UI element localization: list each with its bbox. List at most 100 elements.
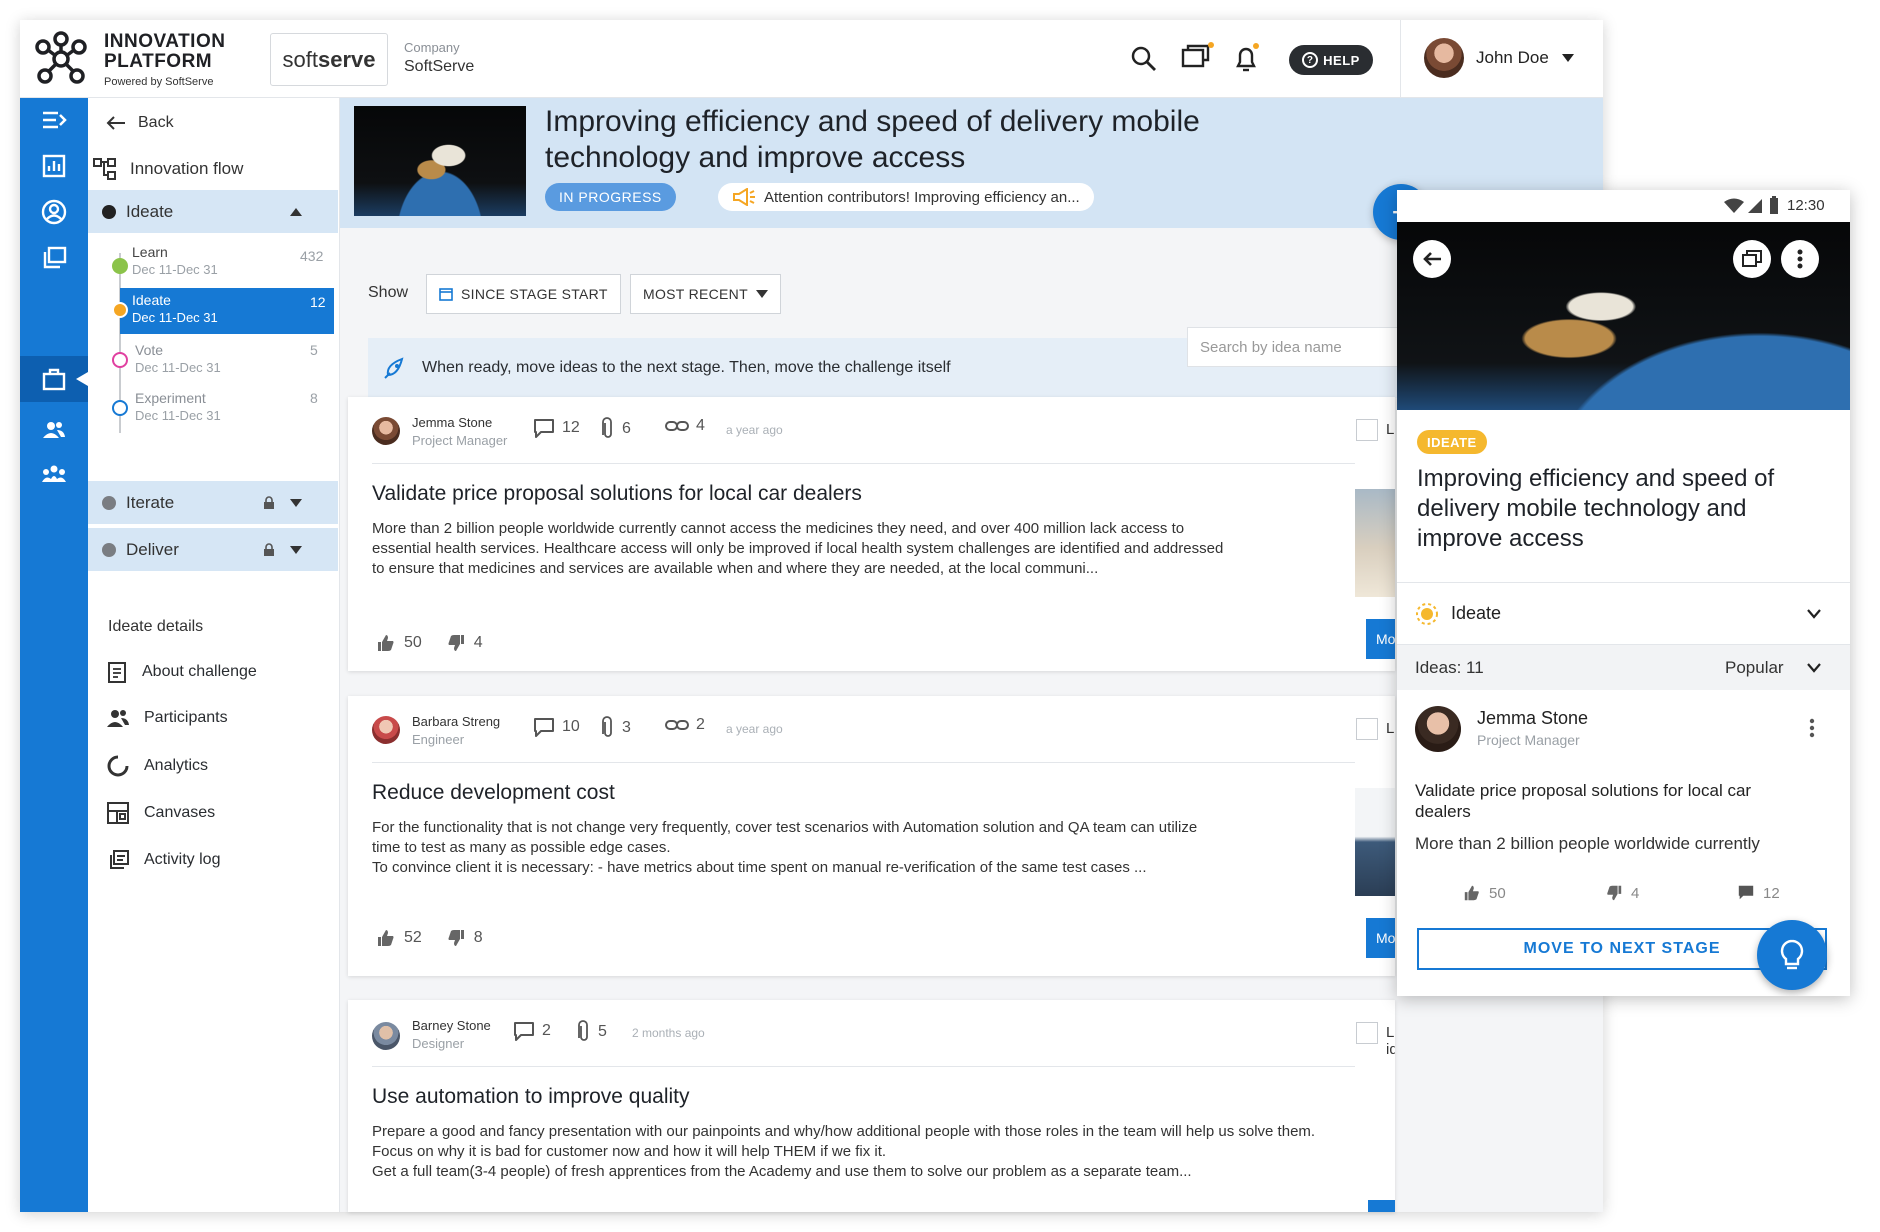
sub-stage-vote[interactable]: Vote Dec 11-Dec 31 5 (88, 336, 338, 382)
idea-title[interactable]: Reduce development cost (372, 781, 615, 805)
details-activity-log-label: Activity log (144, 851, 221, 868)
chevron-down-icon[interactable] (290, 545, 302, 554)
links-count[interactable]: 4 (664, 417, 705, 435)
phone-stage-selector[interactable]: Ideate (1397, 582, 1850, 644)
sub-stage-ideate[interactable]: Ideate Dec 11-Dec 31 12 (112, 288, 334, 334)
help-button[interactable]: ? HELP (1289, 45, 1373, 75)
thumbs-down-icon[interactable] (446, 928, 466, 948)
briefcase-icon[interactable] (40, 365, 68, 393)
stage-iterate[interactable]: Iterate (88, 481, 338, 524)
sort-dropdown[interactable]: MOST RECENT (630, 274, 781, 314)
chevron-down-icon[interactable] (1807, 662, 1821, 673)
profile-icon[interactable] (40, 198, 68, 226)
bell-icon[interactable] (1232, 42, 1262, 74)
comments-count[interactable]: 10 (532, 716, 580, 738)
sub-stage-experiment[interactable]: Experiment Dec 11-Dec 31 8 (88, 384, 338, 430)
comments-count[interactable]: 2 (512, 1020, 551, 1042)
thumbs-down-icon[interactable] (446, 633, 466, 653)
idea-card[interactable]: Jemma Stone Project Manager 12 6 4 a yea… (348, 397, 1395, 671)
attachments-count[interactable]: 3 (600, 716, 631, 740)
arrow-left-icon (1423, 252, 1441, 266)
mobile-app-preview: 12:30 IDEATE Improving efficiency and sp… (1397, 190, 1850, 996)
stage-deliver[interactable]: Deliver (88, 528, 338, 571)
phone-idea-fab[interactable] (1757, 920, 1827, 990)
phone-title-line: delivery mobile technology and (1417, 495, 1747, 522)
log-icon (110, 850, 129, 869)
phone-chat-button[interactable] (1733, 240, 1771, 278)
partner-logo-part-b: serve (317, 46, 376, 72)
thumbs-up-icon[interactable] (376, 633, 396, 653)
sort-label: MOST RECENT (643, 286, 748, 302)
idea-search-input[interactable]: Search by idea name (1187, 327, 1407, 367)
user-avatar[interactable] (1424, 38, 1464, 78)
chevron-down-icon (755, 290, 768, 298)
link-idea-checkbox[interactable] (1356, 1022, 1378, 1044)
question-icon: ? (1302, 52, 1319, 68)
sub-stage-ideate-date: Dec 11-Dec 31 (132, 310, 218, 325)
since-stage-start-filter[interactable]: SINCE STAGE START (426, 274, 621, 314)
thumbs-down-icon (1607, 885, 1622, 901)
phone-comments[interactable]: 12 (1737, 884, 1780, 902)
details-analytics[interactable]: Analytics (106, 754, 208, 778)
attachments-count[interactable]: 6 (600, 417, 631, 441)
chevron-down-icon[interactable] (1562, 54, 1574, 62)
phone-idea-title[interactable]: Validate price proposal solutions for lo… (1415, 780, 1825, 822)
details-participants[interactable]: Participants (106, 707, 228, 729)
thumbs-up-icon (1464, 885, 1479, 901)
phone-more-button[interactable] (1781, 240, 1819, 278)
logo-title-line2: PLATFORM (104, 51, 213, 72)
people-icon (107, 710, 129, 727)
thumbs-up-icon[interactable] (376, 928, 396, 948)
likes-value: 52 (404, 929, 422, 946)
innovation-flow-link[interactable]: Innovation flow (92, 156, 243, 182)
user-name[interactable]: John Doe (1476, 48, 1549, 68)
sub-stage-learn[interactable]: Learn Dec 11-Dec 31 432 (88, 240, 338, 286)
chevron-up-icon[interactable] (290, 207, 302, 216)
chat-icon[interactable] (1180, 42, 1214, 74)
phone-dislikes-value: 4 (1631, 884, 1640, 902)
phone-sort-label[interactable]: Popular (1725, 658, 1784, 678)
move-button[interactable]: Mo (1366, 918, 1395, 958)
phone-back-button[interactable] (1413, 240, 1451, 278)
sub-stage-experiment-count: 8 (310, 390, 318, 406)
idea-body-line: essential health services. Healthcare ac… (372, 540, 1224, 557)
comment-icon (534, 419, 554, 438)
move-button[interactable] (1368, 1200, 1395, 1212)
lock-icon (264, 542, 274, 556)
dashboard-icon[interactable] (40, 152, 68, 180)
more-vertical-icon[interactable] (1809, 718, 1815, 738)
company-name[interactable]: SoftServe (404, 58, 474, 76)
phone-likes[interactable]: 50 (1463, 884, 1506, 902)
idea-body: More than 2 billion people worldwide cur… (372, 519, 1332, 579)
phone-dislikes[interactable]: 4 (1605, 884, 1639, 902)
details-activity-log[interactable]: Activity log (106, 848, 220, 872)
link-idea-checkbox[interactable] (1356, 419, 1378, 441)
attachments-count[interactable]: 5 (576, 1020, 607, 1044)
link-idea-checkbox[interactable] (1356, 718, 1378, 740)
team-icon[interactable] (40, 460, 68, 488)
phone-stage-label: Ideate (1451, 603, 1502, 623)
gallery-icon[interactable] (40, 244, 68, 272)
top-bar: INNOVATION PLATFORM Powered by SoftServe… (20, 20, 1603, 98)
details-analytics-label: Analytics (144, 757, 209, 774)
chevron-down-icon[interactable] (290, 498, 302, 507)
idea-card[interactable]: Barney Stone Designer 2 5 2 months ago L… (348, 1000, 1395, 1212)
menu-expand-icon[interactable] (40, 106, 68, 134)
partner-logo-part-a: soft (282, 46, 318, 72)
links-count[interactable]: 2 (664, 716, 705, 734)
back-link[interactable]: Back (106, 114, 174, 132)
move-button[interactable]: Mo (1366, 619, 1395, 659)
details-canvases[interactable]: Canvases (106, 801, 215, 825)
idea-votes: 52 8 (376, 928, 483, 948)
idea-card[interactable]: Barbara Streng Engineer 10 3 2 a year ag… (348, 696, 1395, 976)
search-icon[interactable] (1130, 45, 1158, 73)
stage-ideate[interactable]: Ideate (88, 190, 338, 233)
users-icon[interactable] (40, 416, 68, 444)
idea-title[interactable]: Validate price proposal solutions for lo… (372, 482, 862, 506)
announcement-pill[interactable]: Attention contributors! Improving effici… (718, 183, 1094, 211)
comments-count[interactable]: 12 (532, 417, 580, 439)
idea-body-line: time to test as many as possible edge ca… (372, 839, 671, 856)
card-divider (372, 463, 1355, 464)
idea-title[interactable]: Use automation to improve quality (372, 1085, 690, 1109)
details-about-challenge[interactable]: About challenge (106, 660, 257, 684)
